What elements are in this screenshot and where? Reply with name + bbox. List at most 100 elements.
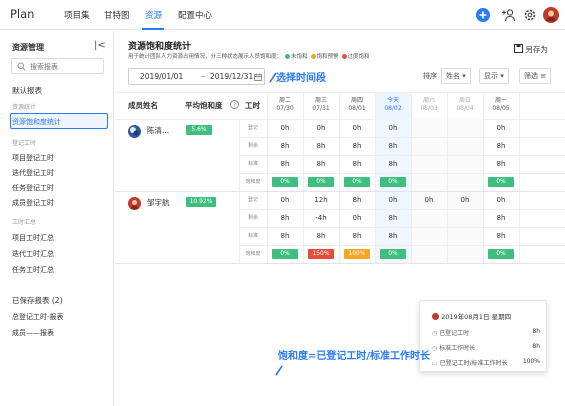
nav-resource[interactable]: 资源 [145,9,162,21]
collapse-sidebar-icon[interactable]: |< [94,40,106,51]
hours-cell[interactable]: 8h [483,155,519,173]
hours-cell[interactable]: 0h [447,191,483,209]
hours-cell[interactable]: -4h [303,209,339,227]
hours-cell[interactable] [411,209,447,227]
hours-cell[interactable]: 8h [483,227,519,245]
grid-line [239,245,565,246]
hours-cell[interactable]: 8h [267,209,303,227]
sidebar-item-saturation[interactable]: 资源饱和度统计 [12,117,61,127]
legend-dot-oversaturated [341,54,347,59]
row-label: 标准 [247,233,258,239]
hours-cell[interactable]: 0h [339,209,375,227]
hours-cell[interactable] [447,209,483,227]
hours-cell[interactable]: 0h [375,119,411,137]
add-icon[interactable] [474,6,492,24]
hours-cell[interactable]: 0h [303,119,339,137]
hours-cell[interactable]: 8h [483,209,519,227]
filter-button[interactable]: 筛选 ≡ [519,68,552,84]
hours-cell[interactable] [411,119,447,137]
saturation-badge[interactable]: 0% [488,249,514,259]
sidebar-saved-item-2[interactable]: 成员——报表 [12,328,54,338]
hours-cell[interactable]: 0h [339,119,375,137]
hours-cell[interactable]: 8h [375,227,411,245]
hours-cell[interactable] [411,227,447,245]
nav-gantt[interactable]: 甘特图 [104,9,130,21]
member-name[interactable]: 陈清... [147,125,169,136]
day-header-0803: 周六 08/03 [411,93,447,119]
hours-cell[interactable]: 8h [483,137,519,155]
hours-cell[interactable]: 8h [267,227,303,245]
sidebar-item-iteration-logging[interactable]: 迭代登记工时 [12,168,54,178]
sidebar-item-task-logging[interactable]: 任务登记工时 [12,183,54,193]
hours-cell[interactable]: 0h [483,119,519,137]
member-avatar-icon [432,313,439,320]
help-icon[interactable]: ? [230,100,239,109]
legend-dot-warning [310,54,316,59]
hours-cell[interactable] [447,155,483,173]
hours-cell[interactable]: 8h [303,227,339,245]
hours-cell[interactable]: 8h [375,137,411,155]
page-title: 资源饱和度统计 [128,42,192,52]
hours-cell[interactable] [447,227,483,245]
sidebar-item-project-summary[interactable]: 项目工时汇总 [12,233,54,243]
save-as-label: 另存为 [525,45,548,54]
hours-cell[interactable]: 8h [267,155,303,173]
hours-cell[interactable] [411,155,447,173]
hours-cell[interactable]: 8h [375,155,411,173]
hours-cell[interactable]: 8h [303,137,339,155]
saturation-badge[interactable]: 0% [272,177,298,187]
sidebar-search[interactable] [11,58,104,74]
date-range-picker[interactable]: 2019/01/01 ~ 2019/12/31 [128,68,265,85]
sidebar-title: 资源管理 [12,43,44,52]
hours-cell[interactable] [447,137,483,155]
hours-cell[interactable]: 8h [267,137,303,155]
date-start[interactable]: 2019/01/01 [140,72,183,81]
col-member-name: 成员姓名 [128,101,158,110]
row-label: 剩余 [247,215,258,221]
legend-warning: 饱和预警 [316,54,339,60]
sidebar-item-iteration-summary[interactable]: 迭代工时汇总 [12,249,54,259]
hours-cell[interactable]: 0h [375,191,411,209]
saturation-badge[interactable]: 150% [308,249,334,259]
day-weekday: 周三 [314,97,327,104]
hours-cell[interactable]: 8h [339,155,375,173]
hours-cell[interactable]: 8h [339,191,375,209]
sidebar-item-task-summary[interactable]: 任务工时汇总 [12,265,54,275]
sidebar-default-reports: 默认报表 [12,86,42,95]
hours-cell[interactable]: 0h [483,191,519,209]
saturation-badge[interactable]: 0% [308,177,334,187]
saturation-badge[interactable]: 0% [380,249,406,259]
sidebar-item-member-logging[interactable]: 成员登记工时 [12,198,54,208]
saturation-badge[interactable]: 100% [344,249,370,259]
hours-cell[interactable]: 8h [339,227,375,245]
hours-cell[interactable]: 8h [339,137,375,155]
sidebar-saved-item-1[interactable]: 总登记工时-报表 [12,312,64,322]
add-user-icon[interactable] [500,6,518,24]
hours-cell[interactable]: 0h [411,191,447,209]
hours-cell[interactable]: 8h [375,209,411,227]
save-as-button[interactable]: 另存为 [514,44,548,55]
search-input[interactable] [30,61,100,72]
nav-program[interactable]: 项目集 [64,9,90,21]
hours-cell[interactable] [411,137,447,155]
hours-cell[interactable] [447,119,483,137]
saturation-badge[interactable]: 0% [380,177,406,187]
saturation-badge[interactable]: 0% [344,177,370,187]
saturation-badge[interactable]: 0% [272,249,298,259]
hours-cell[interactable]: 0h [267,191,303,209]
sidebar-item-project-logging[interactable]: 项目登记工时 [12,153,54,163]
hours-cell[interactable]: 12h [303,191,339,209]
day-header-0804: 周日 08/04 [447,93,483,119]
display-dropdown[interactable]: 显示 ▾ [479,68,509,84]
saturation-badge[interactable]: 0% [488,177,514,187]
nav-config[interactable]: 配置中心 [178,9,212,21]
avatar[interactable] [542,6,560,24]
hours-cell[interactable]: 8h [303,155,339,173]
date-end[interactable]: 2019/12/31 [210,72,253,81]
top-navigation: Plan 项目集 甘特图 资源 配置中心 [0,0,565,30]
hours-cell[interactable]: 0h [267,119,303,137]
member-row-divider [115,263,565,264]
settings-icon[interactable] [521,6,539,24]
sort-dropdown[interactable]: 姓名 ▾ [441,68,471,84]
member-name[interactable]: 邹宇航 [147,197,170,208]
